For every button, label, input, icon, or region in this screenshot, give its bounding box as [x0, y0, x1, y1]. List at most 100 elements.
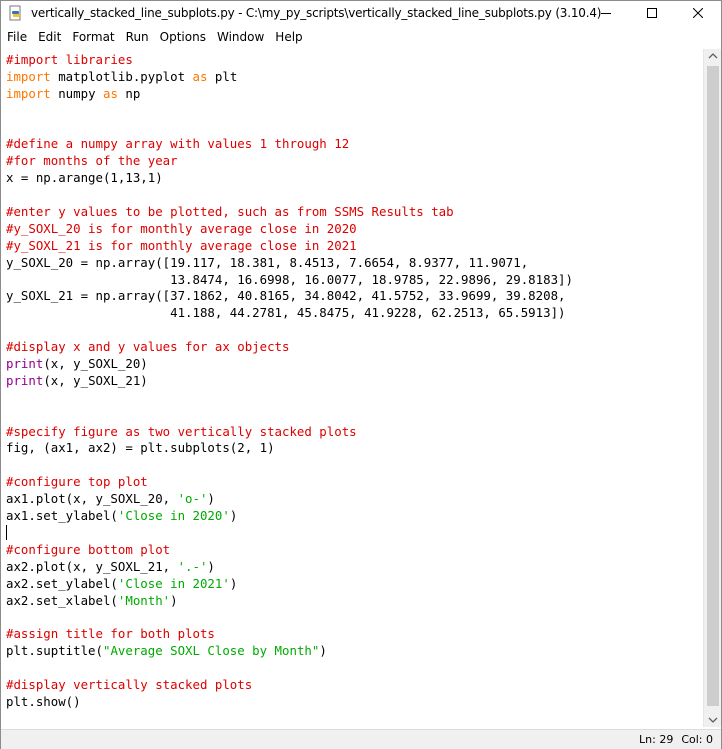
menu-bar: File Edit Format Run Options Window Help	[1, 27, 721, 47]
code-token-builtin: print	[6, 372, 44, 388]
maximize-button[interactable]	[629, 1, 675, 25]
code-token-comment: #display vertically stacked plots	[6, 676, 253, 692]
code-line[interactable]	[6, 120, 573, 137]
code-line[interactable]: ax2.plot(x, y_SOXL_21, '.-')	[6, 559, 573, 576]
code-line[interactable]: ax2.set_ylabel('Close in 2021')	[6, 576, 573, 593]
code-line[interactable]: 41.188, 44.2781, 45.8475, 41.9228, 62.25…	[6, 305, 573, 322]
menu-format[interactable]: Format	[66, 30, 119, 44]
code-line[interactable]: #assign title for both plots	[6, 626, 573, 643]
code-line[interactable]	[6, 524, 573, 542]
code-line[interactable]: y_SOXL_21 = np.array([37.1862, 40.8165, …	[6, 288, 573, 305]
vertical-scrollbar[interactable]	[703, 49, 721, 727]
code-token-default: (x, y_SOXL_20)	[43, 356, 148, 372]
code-line[interactable]: print(x, y_SOXL_20)	[6, 356, 573, 373]
code-line[interactable]	[6, 103, 573, 120]
cursor-line-status: Ln: 29	[639, 733, 674, 746]
cursor-col-status: Col: 0	[681, 733, 713, 746]
code-line[interactable]: #y_SOXL_21 is for monthly average close …	[6, 238, 573, 255]
window-controls	[583, 1, 721, 25]
code-line[interactable]: y_SOXL_20 = np.array([19.117, 18.381, 8.…	[6, 255, 573, 272]
code-line[interactable]: import matplotlib.pyplot as plt	[6, 69, 573, 86]
code-token-keyword: as	[102, 85, 118, 101]
code-line[interactable]: ax1.plot(x, y_SOXL_20, 'o-')	[6, 491, 573, 508]
maximize-icon	[647, 8, 657, 18]
code-line[interactable]: 13.8474, 16.6998, 16.0077, 18.9785, 22.9…	[6, 272, 573, 289]
code-line[interactable]: #display x and y values for ax objects	[6, 339, 573, 356]
code-line[interactable]: #y_SOXL_20 is for monthly average close …	[6, 221, 573, 238]
code-line[interactable]: #define a numpy array with values 1 thro…	[6, 136, 573, 153]
code-line[interactable]	[6, 187, 573, 204]
code-token-comment: #define a numpy array with values 1 thro…	[6, 136, 350, 152]
code-token-default: (x, y_SOXL_21)	[43, 372, 148, 388]
code-token-default: numpy	[50, 85, 103, 101]
idle-editor-window: vertically_stacked_line_subplots.py - C:…	[0, 0, 722, 749]
code-line[interactable]: plt.show()	[6, 694, 573, 711]
code-token-default: )	[170, 592, 178, 608]
menu-run[interactable]: Run	[120, 30, 154, 44]
code-token-default: matplotlib.pyplot	[50, 68, 193, 84]
code-token-default: ax2.plot(x, y_SOXL_21,	[6, 558, 178, 574]
scrollbar-thumb[interactable]	[707, 66, 719, 706]
code-token-string: 'Close in 2020'	[117, 508, 230, 524]
code-line[interactable]: ax1.set_ylabel('Close in 2020')	[6, 508, 573, 525]
code-token-default: y_SOXL_21 = np.array([37.1862, 40.8165, …	[6, 288, 566, 304]
code-token-default: )	[207, 491, 215, 507]
code-line[interactable]	[6, 609, 573, 626]
code-line[interactable]: #specify figure as two vertically stacke…	[6, 424, 573, 441]
window-title: vertically_stacked_line_subplots.py - C:…	[31, 6, 602, 20]
menu-options[interactable]: Options	[154, 30, 211, 44]
title-bar[interactable]: vertically_stacked_line_subplots.py - C:…	[1, 1, 721, 25]
scroll-down-icon[interactable]	[708, 715, 718, 725]
code-token-keyword: import	[6, 68, 51, 84]
menu-help[interactable]: Help	[269, 30, 307, 44]
code-token-string: 'Month'	[117, 592, 171, 608]
code-token-comment: #specify figure as two vertically stacke…	[6, 423, 357, 439]
code-line[interactable]: #configure bottom plot	[6, 542, 573, 559]
close-button[interactable]	[675, 1, 721, 25]
code-token-default: plt	[207, 68, 238, 84]
code-text-area[interactable]: #import libraries import matplotlib.pyplo…	[6, 52, 573, 711]
code-line[interactable]	[6, 407, 573, 424]
python-file-icon	[7, 4, 25, 22]
code-token-comment: #enter y values to be plotted, such as f…	[6, 204, 454, 220]
code-token-default: plt.show()	[6, 693, 81, 709]
code-line[interactable]	[6, 660, 573, 677]
code-line[interactable]: x = np.arange(1,13,1)	[6, 170, 573, 187]
code-line[interactable]	[6, 390, 573, 407]
menu-window[interactable]: Window	[211, 30, 269, 44]
code-token-default: np	[117, 85, 141, 101]
code-token-comment: #y_SOXL_21 is for monthly average close …	[6, 237, 357, 253]
code-line[interactable]: plt.suptitle("Average SOXL Close by Mont…	[6, 643, 573, 660]
minimize-button[interactable]	[583, 1, 629, 25]
code-line[interactable]: #for months of the year	[6, 153, 573, 170]
minimize-icon	[601, 13, 611, 14]
code-line[interactable]: #configure top plot	[6, 474, 573, 491]
code-token-string: 'o-'	[177, 491, 208, 507]
code-token-comment: #for months of the year	[6, 153, 178, 169]
menu-edit[interactable]: Edit	[32, 30, 66, 44]
code-token-default: x = np.arange(1,13,1)	[6, 170, 163, 186]
code-line[interactable]	[6, 322, 573, 339]
code-token-builtin: print	[6, 356, 44, 372]
code-line[interactable]: import numpy as np	[6, 86, 573, 103]
code-token-default: y_SOXL_20 = np.array([19.117, 18.381, 8.…	[6, 254, 529, 270]
status-bar: Ln: 29 Col: 0	[1, 729, 721, 749]
code-line[interactable]: print(x, y_SOXL_21)	[6, 373, 573, 390]
scroll-up-icon[interactable]	[708, 51, 718, 61]
code-line[interactable]: #enter y values to be plotted, such as f…	[6, 204, 573, 221]
code-token-string: "Average SOXL Close by Month"	[102, 643, 320, 659]
code-editor[interactable]: #import libraries import matplotlib.pyplo…	[1, 49, 703, 727]
code-line[interactable]: ax2.set_xlabel('Month')	[6, 593, 573, 610]
code-token-comment: #assign title for both plots	[6, 626, 215, 642]
code-token-default: fig, (ax1, ax2) = plt.subplots(2, 1)	[6, 440, 275, 456]
code-token-default: )	[229, 575, 238, 591]
code-token-comment: #import libraries	[6, 52, 133, 67]
code-token-default: 41.188, 44.2781, 45.8475, 41.9228, 62.25…	[6, 305, 566, 321]
code-line[interactable]: fig, (ax1, ax2) = plt.subplots(2, 1)	[6, 440, 573, 457]
code-token-comment: #display x and y values for ax objects	[6, 339, 290, 355]
code-line[interactable]	[6, 457, 573, 474]
code-line[interactable]: #display vertically stacked plots	[6, 677, 573, 694]
code-token-comment: #configure bottom plot	[6, 541, 171, 557]
menu-file[interactable]: File	[1, 30, 32, 44]
code-line[interactable]: #import libraries	[6, 52, 573, 69]
